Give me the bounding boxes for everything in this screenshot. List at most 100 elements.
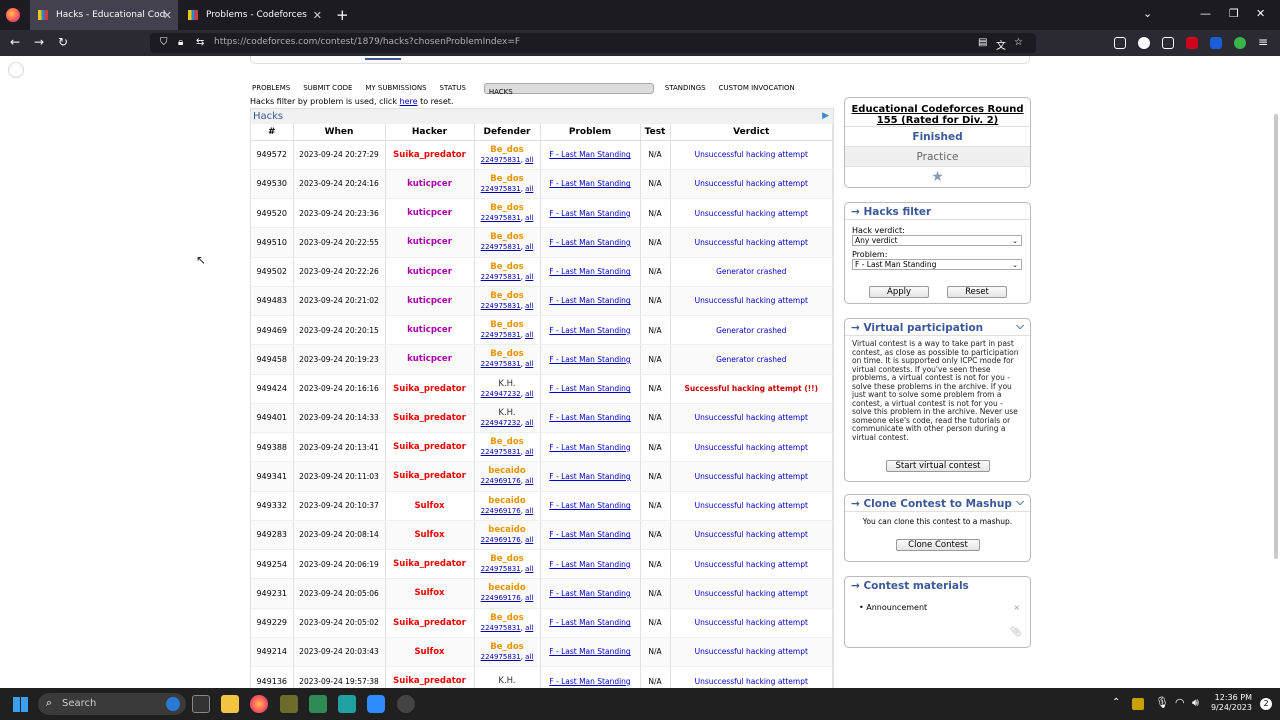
submission-link[interactable]: 224969176: [481, 507, 521, 515]
microphone-icon[interactable]: 🎙︎: [1155, 696, 1169, 709]
hack-id-link[interactable]: 949283: [251, 520, 294, 551]
problem-select[interactable]: F - Last Man Standing ⌄: [852, 259, 1022, 270]
submission-link[interactable]: 224975831: [481, 331, 521, 339]
hack-id-link[interactable]: 949458: [251, 344, 294, 375]
back-icon[interactable]: ←: [10, 35, 20, 49]
problem-link[interactable]: F - Last Man Standing: [549, 472, 630, 481]
all-submissions-link[interactable]: all: [525, 477, 533, 485]
problem-link[interactable]: F - Last Man Standing: [549, 501, 630, 510]
menu-my-submissions[interactable]: My Submissions: [363, 81, 428, 95]
defender-link[interactable]: becaido: [475, 496, 540, 506]
all-submissions-link[interactable]: all: [525, 448, 533, 456]
defender-link[interactable]: Be_dos: [475, 320, 540, 330]
submission-link[interactable]: 224969176: [481, 594, 521, 602]
remove-icon[interactable]: ×: [1013, 603, 1020, 612]
problem-link[interactable]: F - Last Man Standing: [549, 413, 630, 422]
hack-id-link[interactable]: 949401: [251, 403, 294, 434]
verdict-link[interactable]: Successful hacking attempt (!!): [670, 374, 833, 404]
hack-id-link[interactable]: 949483: [251, 286, 294, 317]
tab-close-icon[interactable]: ✕: [313, 9, 322, 22]
hack-id-link[interactable]: 949332: [251, 491, 294, 521]
verdict-link[interactable]: Generator crashed: [670, 344, 833, 375]
all-submissions-link[interactable]: all: [525, 360, 533, 368]
verdict-link[interactable]: Unsuccessful hacking attempt: [670, 227, 833, 258]
obs-icon[interactable]: [397, 695, 415, 713]
menu-submit-code[interactable]: Submit Code: [301, 81, 354, 95]
verdict-link[interactable]: Unsuccessful hacking attempt: [670, 520, 833, 551]
all-submissions-link[interactable]: all: [525, 594, 533, 602]
hacker-link[interactable]: Sulfox: [385, 637, 475, 668]
hack-id-link[interactable]: 949424: [251, 374, 294, 404]
hacker-link[interactable]: Suika_predator: [385, 374, 475, 404]
all-submissions-link[interactable]: all: [525, 214, 533, 222]
all-submissions-link[interactable]: all: [525, 536, 533, 544]
verdict-link[interactable]: Unsuccessful hacking attempt: [670, 432, 833, 463]
windows-start-icon[interactable]: [13, 697, 28, 712]
all-submissions-link[interactable]: all: [525, 185, 533, 193]
submission-link[interactable]: 224975831: [481, 624, 521, 632]
problem-link[interactable]: F - Last Man Standing: [549, 384, 630, 393]
verdict-link[interactable]: Unsuccessful hacking attempt: [670, 608, 833, 638]
verdict-link[interactable]: Unsuccessful hacking attempt: [670, 549, 833, 580]
all-submissions-link[interactable]: all: [525, 653, 533, 661]
submission-link[interactable]: 224975831: [481, 302, 521, 310]
submission-link[interactable]: 224975831: [481, 273, 521, 281]
hacker-link[interactable]: kuticpcer: [385, 315, 475, 346]
clone-contest-button[interactable]: Clone Contest: [896, 539, 980, 551]
firefox-taskbar-icon[interactable]: [250, 695, 268, 713]
all-submissions-link[interactable]: all: [525, 302, 533, 310]
hacker-link[interactable]: Suika_predator: [385, 549, 475, 580]
apply-button[interactable]: Apply: [869, 286, 929, 298]
green-extension-icon[interactable]: [1234, 37, 1246, 49]
submission-link[interactable]: 224975831: [481, 360, 521, 368]
tab-hacks[interactable]: Hacks - Educational Codeforce ✕: [30, 0, 178, 30]
menu-hacks[interactable]: Hacks: [483, 82, 654, 96]
menu-standings[interactable]: Standings: [663, 81, 708, 95]
defender-link[interactable]: Be_dos: [475, 145, 540, 155]
submission-link[interactable]: 224947232: [481, 390, 521, 398]
hacker-link[interactable]: Suika_predator: [385, 432, 475, 463]
all-submissions-link[interactable]: all: [525, 331, 533, 339]
lock-icon[interactable]: 🔒︎: [178, 37, 183, 48]
hack-id-link[interactable]: 949136: [251, 666, 294, 688]
verdict-select[interactable]: Any verdict ⌄: [852, 235, 1022, 246]
tab-problems[interactable]: Problems - Codeforces ✕: [180, 0, 328, 30]
problem-link[interactable]: F - Last Man Standing: [549, 296, 630, 305]
tab-list-icon[interactable]: ⌄: [1143, 7, 1152, 20]
menu-status[interactable]: Status: [438, 81, 468, 95]
defender-link[interactable]: becaido: [475, 466, 540, 476]
submission-link[interactable]: 224975831: [481, 448, 521, 456]
defender-link[interactable]: Be_dos: [475, 437, 540, 447]
contest-name-link[interactable]: Educational Codeforces Round 155 (Rated …: [845, 98, 1030, 126]
reload-icon[interactable]: ↻: [58, 35, 68, 49]
hack-id-link[interactable]: 949254: [251, 549, 294, 580]
hack-id-link[interactable]: 949229: [251, 608, 294, 638]
wifi-icon[interactable]: ◠: [1175, 696, 1185, 709]
maximize-icon[interactable]: ❐: [1229, 7, 1239, 20]
translate-icon[interactable]: 文: [996, 37, 1006, 52]
window-close-icon[interactable]: ✕: [1256, 7, 1265, 20]
reset-filter-link[interactable]: here: [400, 97, 418, 106]
problem-link[interactable]: F - Last Man Standing: [549, 530, 630, 539]
submission-link[interactable]: 224975831: [481, 214, 521, 222]
hack-id-link[interactable]: 949502: [251, 257, 294, 287]
defender-link[interactable]: becaido: [475, 583, 540, 593]
problem-link[interactable]: F - Last Man Standing: [549, 179, 630, 188]
firefox-icon[interactable]: [6, 8, 20, 22]
tab-close-icon[interactable]: ✕: [163, 9, 172, 22]
defender-link[interactable]: becaido: [475, 525, 540, 535]
hack-id-link[interactable]: 949530: [251, 169, 294, 200]
problem-link[interactable]: F - Last Man Standing: [549, 238, 630, 247]
hack-id-link[interactable]: 949341: [251, 461, 294, 492]
taskbar-clock[interactable]: 12:36 PM 9/24/2023: [1211, 693, 1252, 713]
hack-id-link[interactable]: 949214: [251, 637, 294, 668]
menu-custom-invocation[interactable]: Custom Invocation: [717, 81, 797, 95]
star-icon[interactable]: ★: [931, 169, 944, 185]
verdict-link[interactable]: Unsuccessful hacking attempt: [670, 140, 833, 170]
hacker-link[interactable]: kuticpcer: [385, 257, 475, 287]
page-scrollbar[interactable]: [1274, 114, 1278, 559]
app-icon[interactable]: [280, 695, 298, 713]
problem-link[interactable]: F - Last Man Standing: [549, 326, 630, 335]
verdict-link[interactable]: Unsuccessful hacking attempt: [670, 461, 833, 492]
hack-id-link[interactable]: 949572: [251, 140, 294, 170]
